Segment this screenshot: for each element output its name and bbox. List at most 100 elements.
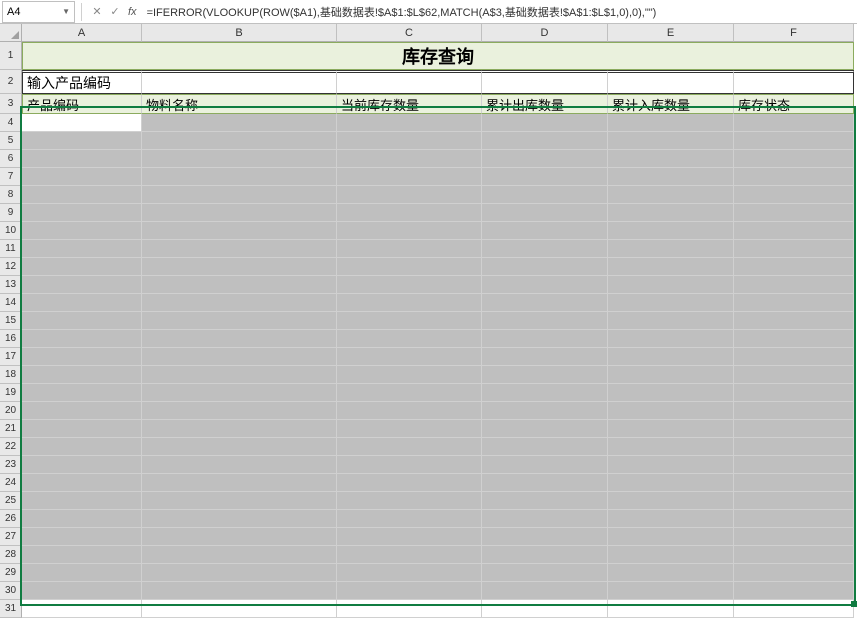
cell-f25[interactable] xyxy=(734,492,854,510)
cell-c9[interactable] xyxy=(337,204,482,222)
cell-b17[interactable] xyxy=(142,348,337,366)
row-header-25[interactable]: 25 xyxy=(0,492,22,510)
cell-b6[interactable] xyxy=(142,150,337,168)
header-stock-status[interactable]: 库存状态 xyxy=(734,94,854,114)
cell-f19[interactable] xyxy=(734,384,854,402)
cell-a11[interactable] xyxy=(22,240,142,258)
row-header-6[interactable]: 6 xyxy=(0,150,22,168)
cell-f17[interactable] xyxy=(734,348,854,366)
cell-f21[interactable] xyxy=(734,420,854,438)
cell-c13[interactable] xyxy=(337,276,482,294)
header-total-in[interactable]: 累计入库数量 xyxy=(608,94,734,114)
cell-f9[interactable] xyxy=(734,204,854,222)
cell-e12[interactable] xyxy=(608,258,734,276)
cell-d27[interactable] xyxy=(482,528,608,546)
cell-d18[interactable] xyxy=(482,366,608,384)
cell-a7[interactable] xyxy=(22,168,142,186)
cell-a12[interactable] xyxy=(22,258,142,276)
cell-c26[interactable] xyxy=(337,510,482,528)
cell-d22[interactable] xyxy=(482,438,608,456)
cell-b13[interactable] xyxy=(142,276,337,294)
cell-a30[interactable] xyxy=(22,582,142,600)
cell-b29[interactable] xyxy=(142,564,337,582)
input-label-cell[interactable]: 输入产品编码 xyxy=(22,70,142,94)
cell-a26[interactable] xyxy=(22,510,142,528)
cell-d11[interactable] xyxy=(482,240,608,258)
cell-d26[interactable] xyxy=(482,510,608,528)
cell-f30[interactable] xyxy=(734,582,854,600)
cell-d4[interactable] xyxy=(482,114,608,132)
cell-c12[interactable] xyxy=(337,258,482,276)
cell-c19[interactable] xyxy=(337,384,482,402)
cell-b8[interactable] xyxy=(142,186,337,204)
cell-f14[interactable] xyxy=(734,294,854,312)
cell-d24[interactable] xyxy=(482,474,608,492)
cell-e10[interactable] xyxy=(608,222,734,240)
cell-f26[interactable] xyxy=(734,510,854,528)
cell-c14[interactable] xyxy=(337,294,482,312)
cell-e13[interactable] xyxy=(608,276,734,294)
cell-c11[interactable] xyxy=(337,240,482,258)
cell-f15[interactable] xyxy=(734,312,854,330)
cell-b18[interactable] xyxy=(142,366,337,384)
cell-b22[interactable] xyxy=(142,438,337,456)
cell-c31[interactable] xyxy=(337,600,482,618)
cell-f23[interactable] xyxy=(734,456,854,474)
cell-a17[interactable] xyxy=(22,348,142,366)
row-header-12[interactable]: 12 xyxy=(0,258,22,276)
cell-a28[interactable] xyxy=(22,546,142,564)
cell-a15[interactable] xyxy=(22,312,142,330)
input-cell-c[interactable] xyxy=(337,70,482,94)
row-header-20[interactable]: 20 xyxy=(0,402,22,420)
cell-a19[interactable] xyxy=(22,384,142,402)
cell-f8[interactable] xyxy=(734,186,854,204)
cell-e29[interactable] xyxy=(608,564,734,582)
row-header-3[interactable]: 3 xyxy=(0,94,22,114)
cell-a29[interactable] xyxy=(22,564,142,582)
cell-e9[interactable] xyxy=(608,204,734,222)
cell-b5[interactable] xyxy=(142,132,337,150)
cell-d20[interactable] xyxy=(482,402,608,420)
cell-b27[interactable] xyxy=(142,528,337,546)
cell-a14[interactable] xyxy=(22,294,142,312)
row-header-11[interactable]: 11 xyxy=(0,240,22,258)
cell-f28[interactable] xyxy=(734,546,854,564)
cell-e16[interactable] xyxy=(608,330,734,348)
row-header-28[interactable]: 28 xyxy=(0,546,22,564)
cell-d31[interactable] xyxy=(482,600,608,618)
cell-d28[interactable] xyxy=(482,546,608,564)
cell-a24[interactable] xyxy=(22,474,142,492)
cell-b19[interactable] xyxy=(142,384,337,402)
cell-c17[interactable] xyxy=(337,348,482,366)
cell-e14[interactable] xyxy=(608,294,734,312)
cell-a21[interactable] xyxy=(22,420,142,438)
name-box[interactable]: A4 ▼ xyxy=(2,1,75,23)
cell-e25[interactable] xyxy=(608,492,734,510)
cell-e27[interactable] xyxy=(608,528,734,546)
cell-b31[interactable] xyxy=(142,600,337,618)
row-header-9[interactable]: 9 xyxy=(0,204,22,222)
cell-f4[interactable] xyxy=(734,114,854,132)
row-header-14[interactable]: 14 xyxy=(0,294,22,312)
cell-e19[interactable] xyxy=(608,384,734,402)
cell-e21[interactable] xyxy=(608,420,734,438)
header-material-name[interactable]: 物料名称 xyxy=(142,94,337,114)
cell-f7[interactable] xyxy=(734,168,854,186)
cell-b28[interactable] xyxy=(142,546,337,564)
cell-d10[interactable] xyxy=(482,222,608,240)
cell-e23[interactable] xyxy=(608,456,734,474)
cancel-formula-icon[interactable]: ✕ xyxy=(88,3,106,21)
cell-f13[interactable] xyxy=(734,276,854,294)
cell-c5[interactable] xyxy=(337,132,482,150)
row-header-19[interactable]: 19 xyxy=(0,384,22,402)
row-header-7[interactable]: 7 xyxy=(0,168,22,186)
cell-d14[interactable] xyxy=(482,294,608,312)
cell-b12[interactable] xyxy=(142,258,337,276)
row-header-29[interactable]: 29 xyxy=(0,564,22,582)
cell-c6[interactable] xyxy=(337,150,482,168)
formula-input[interactable]: =IFERROR(VLOOKUP(ROW($A1),基础数据表!$A$1:$L$… xyxy=(141,4,857,20)
row-header-13[interactable]: 13 xyxy=(0,276,22,294)
cell-e15[interactable] xyxy=(608,312,734,330)
cell-c28[interactable] xyxy=(337,546,482,564)
cell-e18[interactable] xyxy=(608,366,734,384)
